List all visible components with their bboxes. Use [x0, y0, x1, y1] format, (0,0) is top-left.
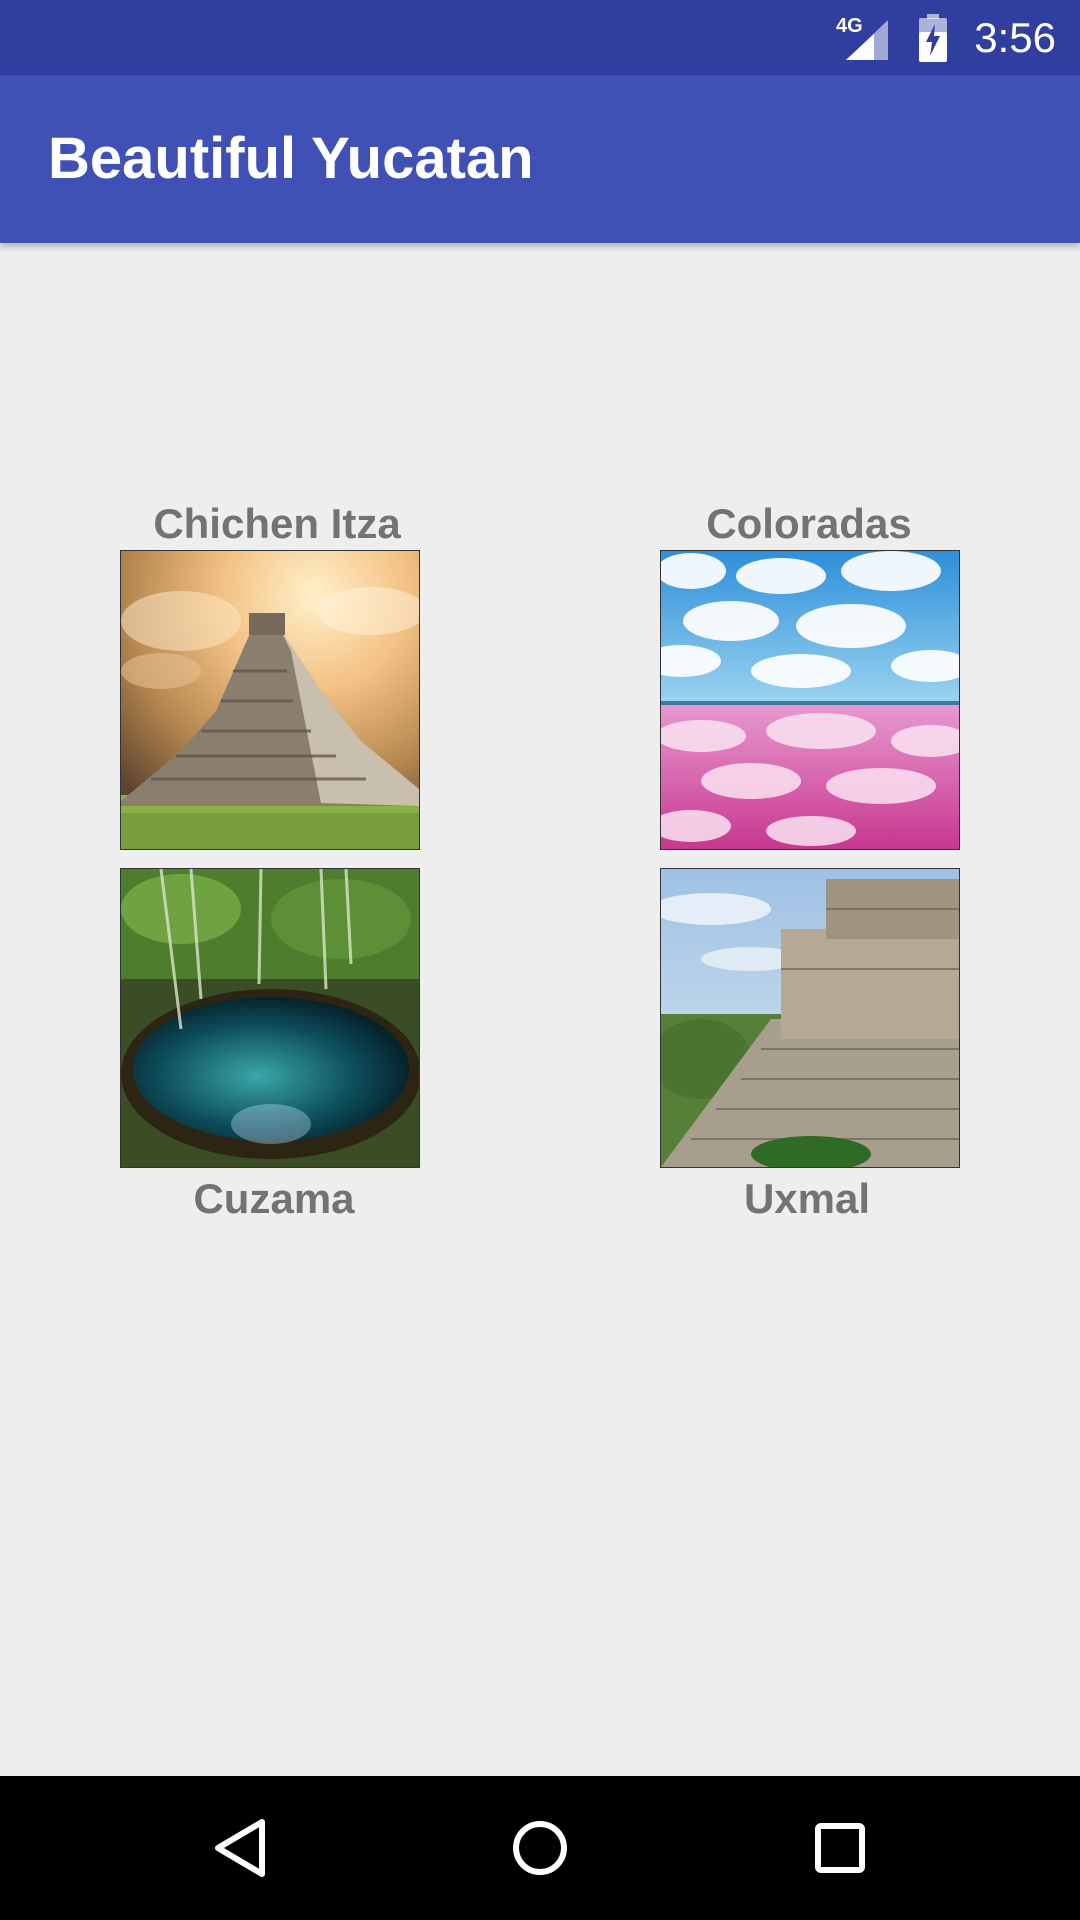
- back-button[interactable]: [200, 1808, 280, 1888]
- pyramid-photo[interactable]: [120, 550, 420, 850]
- status-time: 3:56: [974, 13, 1056, 61]
- app-title: Beautiful Yucatan: [48, 126, 534, 191]
- recents-icon: [815, 1823, 865, 1873]
- signal-icon: 4G: [836, 14, 892, 62]
- home-button[interactable]: [500, 1808, 580, 1888]
- home-icon: [513, 1821, 567, 1875]
- app-bar: Beautiful Yucatan: [0, 75, 1080, 243]
- places-grid: Chichen Itza Coloradas Cuzama Uxmal: [0, 243, 1080, 1776]
- navigation-bar: [0, 1776, 1080, 1920]
- place-label-cuzama: Cuzama: [193, 1175, 355, 1222]
- recents-button[interactable]: [800, 1808, 880, 1888]
- pink-lake-photo[interactable]: [660, 550, 960, 850]
- place-label-uxmal: Uxmal: [743, 1175, 871, 1222]
- battery-charging-icon: [918, 13, 948, 62]
- place-label-coloradas: Coloradas: [706, 500, 912, 547]
- network-4g-icon: 4G: [836, 15, 863, 37]
- back-icon: [215, 1819, 265, 1877]
- cenote-photo[interactable]: [120, 868, 420, 1168]
- maya-temple-photo[interactable]: [660, 868, 960, 1168]
- status-icons: 4G 3:56: [836, 0, 1056, 75]
- status-bar: 4G 3:56: [0, 0, 1080, 75]
- place-label-chichen-itza: Chichen Itza: [153, 500, 401, 547]
